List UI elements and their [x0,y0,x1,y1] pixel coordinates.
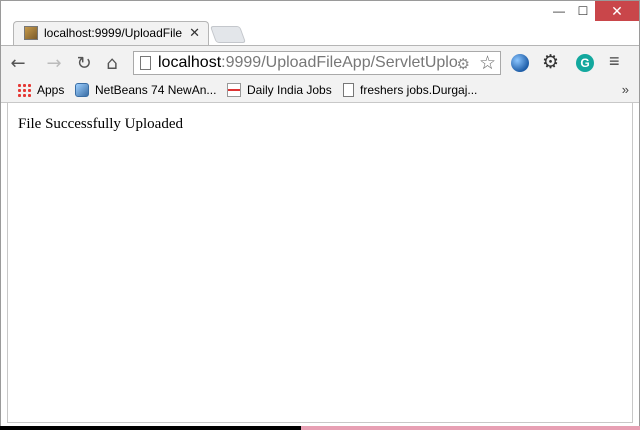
page-content: File Successfully Uploaded [7,103,633,423]
bookmark-label: NetBeans 74 NewAn... [95,83,217,97]
bookmark-label: freshers jobs.Durgaj... [360,83,478,97]
tab-close-icon[interactable]: ✕ [189,25,200,41]
page-icon [140,56,151,70]
forward-button[interactable]: → [43,52,65,74]
browser-window: — ☐ ✕ localhost:9999/UploadFile ✕ ← → ↻ … [0,0,640,430]
bookmark-star-icon[interactable]: ☆ [479,52,496,75]
favicon-icon [24,26,38,40]
bookmark-apps[interactable]: Apps [17,83,64,97]
window-controls: — ☐ ✕ [547,1,639,23]
bookmarks-overflow-icon[interactable]: » [622,82,629,97]
bookmark-label: Daily India Jobs [247,83,332,97]
address-bar[interactable]: localhost:9999/UploadFileApp/ServletUplo… [133,51,501,75]
settings-gear-icon[interactable]: ⚙ [542,51,559,74]
bookmark-daily-india-jobs[interactable]: Daily India Jobs [227,83,332,97]
toolbar: ← → ↻ ⌂ localhost:9999/UploadFileApp/Ser… [1,45,639,79]
home-button[interactable]: ⌂ [101,52,123,74]
document-icon [343,83,354,97]
cube-icon [75,83,89,97]
reload-button[interactable]: ↻ [73,52,95,74]
url-text[interactable]: localhost:9999/UploadFileApp/ServletUplo [158,54,458,72]
active-tab[interactable]: localhost:9999/UploadFile ✕ [13,21,209,45]
maximize-button[interactable]: ☐ [571,1,595,21]
grammarly-extension-icon[interactable]: G [576,54,594,72]
close-window-button[interactable]: ✕ [595,1,639,21]
jobs-icon [227,83,241,97]
apps-icon [17,83,31,97]
minimize-button[interactable]: — [547,1,571,21]
taskbar-strip [0,426,640,430]
back-button[interactable]: ← [7,52,29,74]
tab-title: localhost:9999/UploadFile [44,26,183,40]
bookmark-label: Apps [37,83,65,97]
bookmark-freshers-jobs[interactable]: freshers jobs.Durgaj... [343,83,477,97]
page-action-gear-icon[interactable]: ⚙ [457,55,470,73]
title-bar: — ☐ ✕ localhost:9999/UploadFile ✕ [1,1,639,45]
url-host: localhost [158,54,222,71]
bookmarks-bar: Apps NetBeans 74 NewAn... Daily India Jo… [1,79,639,103]
bookmark-netbeans[interactable]: NetBeans 74 NewAn... [75,83,216,97]
new-tab-button[interactable] [209,26,247,43]
menu-icon[interactable]: ≡ [609,51,620,72]
upload-success-message: File Successfully Uploaded [18,116,183,132]
url-path: :9999/UploadFileApp/ServletUplo [221,54,458,71]
globe-extension-icon[interactable] [511,54,529,72]
